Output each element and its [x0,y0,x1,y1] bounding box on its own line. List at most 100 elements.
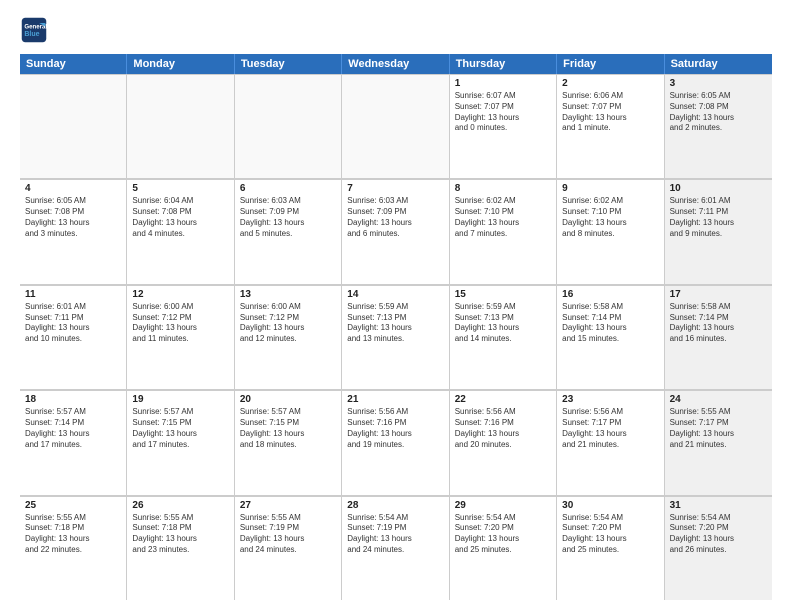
day-cell-5: 5Sunrise: 6:04 AM Sunset: 7:08 PM Daylig… [127,179,234,283]
day-cell-3: 3 Sunrise: 6:05 AM Sunset: 7:08 PM Daylig… [665,74,772,178]
day-info: Sunrise: 5:59 AM Sunset: 7:13 PM Dayligh… [455,302,551,345]
day-info: Sunrise: 5:55 AM Sunset: 7:18 PM Dayligh… [132,513,228,556]
day-cell-18: 18Sunrise: 5:57 AM Sunset: 7:14 PM Dayli… [20,390,127,494]
day-info: Sunrise: 5:57 AM Sunset: 7:14 PM Dayligh… [25,407,121,450]
day-cell-9: 9 Sunrise: 6:02 AM Sunset: 7:10 PM Daylig… [557,179,664,283]
day-info: Sunrise: 5:58 AM Sunset: 7:14 PM Dayligh… [670,302,767,345]
day-number: 27 [240,500,336,511]
day-number: 21 [347,394,443,405]
day-info: Sunrise: 5:54 AM Sunset: 7:19 PM Dayligh… [347,513,443,556]
day-info: Sunrise: 5:57 AM Sunset: 7:15 PM Dayligh… [132,407,228,450]
day-number: 8 [455,183,551,194]
logo: General Blue [20,16,54,44]
empty-cell [127,74,234,178]
day-number: 17 [670,289,767,300]
day-number: 14 [347,289,443,300]
day-info: Sunrise: 5:54 AM Sunset: 7:20 PM Dayligh… [562,513,658,556]
day-cell-22: 22Sunrise: 5:56 AM Sunset: 7:16 PM Dayli… [450,390,557,494]
day-info: Sunrise: 5:56 AM Sunset: 7:16 PM Dayligh… [347,407,443,450]
calendar-row-0: 1 Sunrise: 6:07 AM Sunset: 7:07 PM Daylig… [20,74,772,179]
day-number: 16 [562,289,658,300]
day-info: Sunrise: 5:59 AM Sunset: 7:13 PM Dayligh… [347,302,443,345]
weekday-header-tuesday: Tuesday [235,54,342,74]
day-number: 9 [562,183,658,194]
calendar-body: 1 Sunrise: 6:07 AM Sunset: 7:07 PM Daylig… [20,74,772,600]
weekday-header-sunday: Sunday [20,54,127,74]
calendar-row-1: 4 Sunrise: 6:05 AM Sunset: 7:08 PM Daylig… [20,179,772,284]
day-cell-1: 1 Sunrise: 6:07 AM Sunset: 7:07 PM Daylig… [450,74,557,178]
day-cell-10: 10 Sunrise: 6:01 AM Sunset: 7:11 PM Dayli… [665,179,772,283]
day-info: Sunrise: 5:54 AM Sunset: 7:20 PM Dayligh… [670,513,767,556]
svg-text:Blue: Blue [24,31,39,38]
calendar-row-3: 18Sunrise: 5:57 AM Sunset: 7:14 PM Dayli… [20,390,772,495]
day-cell-4: 4 Sunrise: 6:05 AM Sunset: 7:08 PM Daylig… [20,179,127,283]
day-cell-13: 13 Sunrise: 6:00 AM Sunset: 7:12 PM Dayli… [235,285,342,389]
day-info: Sunrise: 6:01 AM Sunset: 7:11 PM Dayligh… [670,196,767,239]
day-info: Sunrise: 6:00 AM Sunset: 7:12 PM Dayligh… [240,302,336,345]
day-number: 19 [132,394,228,405]
day-info: Sunrise: 6:03 AM Sunset: 7:09 PM Dayligh… [347,196,443,239]
day-cell-23: 23 Sunrise: 5:56 AM Sunset: 7:17 PM Dayli… [557,390,664,494]
calendar: SundayMondayTuesdayWednesdayThursdayFrid… [20,54,772,600]
day-cell-20: 20 Sunrise: 5:57 AM Sunset: 7:15 PM Dayli… [235,390,342,494]
day-cell-31: 31 Sunrise: 5:54 AM Sunset: 7:20 PM Dayli… [665,496,772,600]
day-info: Sunrise: 6:02 AM Sunset: 7:10 PM Dayligh… [562,196,658,239]
day-number: 28 [347,500,443,511]
day-info: Sunrise: 6:04 AM Sunset: 7:08 PM Dayligh… [132,196,228,239]
day-info: Sunrise: 6:07 AM Sunset: 7:07 PM Dayligh… [455,91,551,134]
day-cell-29: 29Sunrise: 5:54 AM Sunset: 7:20 PM Dayli… [450,496,557,600]
day-cell-16: 16 Sunrise: 5:58 AM Sunset: 7:14 PM Dayli… [557,285,664,389]
day-number: 4 [25,183,121,194]
day-info: Sunrise: 5:55 AM Sunset: 7:18 PM Dayligh… [25,513,121,556]
day-cell-12: 12Sunrise: 6:00 AM Sunset: 7:12 PM Dayli… [127,285,234,389]
page: General Blue SundayMondayTuesdayWednesda… [0,0,792,612]
day-cell-17: 17 Sunrise: 5:58 AM Sunset: 7:14 PM Dayli… [665,285,772,389]
weekday-header-wednesday: Wednesday [342,54,449,74]
day-cell-26: 26 Sunrise: 5:55 AM Sunset: 7:18 PM Dayli… [127,496,234,600]
day-info: Sunrise: 5:56 AM Sunset: 7:17 PM Dayligh… [562,407,658,450]
day-number: 3 [670,78,767,89]
day-info: Sunrise: 5:55 AM Sunset: 7:19 PM Dayligh… [240,513,336,556]
day-info: Sunrise: 6:03 AM Sunset: 7:09 PM Dayligh… [240,196,336,239]
day-info: Sunrise: 5:56 AM Sunset: 7:16 PM Dayligh… [455,407,551,450]
day-cell-11: 11 Sunrise: 6:01 AM Sunset: 7:11 PM Dayli… [20,285,127,389]
day-number: 6 [240,183,336,194]
day-number: 25 [25,500,121,511]
calendar-header: SundayMondayTuesdayWednesdayThursdayFrid… [20,54,772,74]
calendar-row-4: 25 Sunrise: 5:55 AM Sunset: 7:18 PM Dayli… [20,496,772,600]
day-number: 26 [132,500,228,511]
day-info: Sunrise: 6:01 AM Sunset: 7:11 PM Dayligh… [25,302,121,345]
day-number: 23 [562,394,658,405]
empty-cell [342,74,449,178]
day-info: Sunrise: 5:57 AM Sunset: 7:15 PM Dayligh… [240,407,336,450]
day-number: 13 [240,289,336,300]
day-number: 7 [347,183,443,194]
day-info: Sunrise: 6:06 AM Sunset: 7:07 PM Dayligh… [562,91,658,134]
day-cell-19: 19 Sunrise: 5:57 AM Sunset: 7:15 PM Dayli… [127,390,234,494]
day-cell-7: 7 Sunrise: 6:03 AM Sunset: 7:09 PM Daylig… [342,179,449,283]
day-number: 2 [562,78,658,89]
day-info: Sunrise: 6:02 AM Sunset: 7:10 PM Dayligh… [455,196,551,239]
empty-cell [235,74,342,178]
day-number: 11 [25,289,121,300]
day-info: Sunrise: 6:00 AM Sunset: 7:12 PM Dayligh… [132,302,228,345]
day-info: Sunrise: 6:05 AM Sunset: 7:08 PM Dayligh… [670,91,767,134]
weekday-header-saturday: Saturday [665,54,772,74]
calendar-row-2: 11 Sunrise: 6:01 AM Sunset: 7:11 PM Dayli… [20,285,772,390]
day-cell-27: 27 Sunrise: 5:55 AM Sunset: 7:19 PM Dayli… [235,496,342,600]
day-info: Sunrise: 5:58 AM Sunset: 7:14 PM Dayligh… [562,302,658,345]
day-cell-14: 14 Sunrise: 5:59 AM Sunset: 7:13 PM Dayli… [342,285,449,389]
day-cell-15: 15Sunrise: 5:59 AM Sunset: 7:13 PM Dayli… [450,285,557,389]
day-info: Sunrise: 6:05 AM Sunset: 7:08 PM Dayligh… [25,196,121,239]
day-number: 24 [670,394,767,405]
day-number: 1 [455,78,551,89]
day-cell-24: 24Sunrise: 5:55 AM Sunset: 7:17 PM Dayli… [665,390,772,494]
weekday-header-thursday: Thursday [450,54,557,74]
weekday-header-monday: Monday [127,54,234,74]
day-cell-30: 30Sunrise: 5:54 AM Sunset: 7:20 PM Dayli… [557,496,664,600]
day-number: 10 [670,183,767,194]
day-number: 20 [240,394,336,405]
day-number: 31 [670,500,767,511]
day-cell-28: 28 Sunrise: 5:54 AM Sunset: 7:19 PM Dayli… [342,496,449,600]
logo-icon: General Blue [20,16,48,44]
